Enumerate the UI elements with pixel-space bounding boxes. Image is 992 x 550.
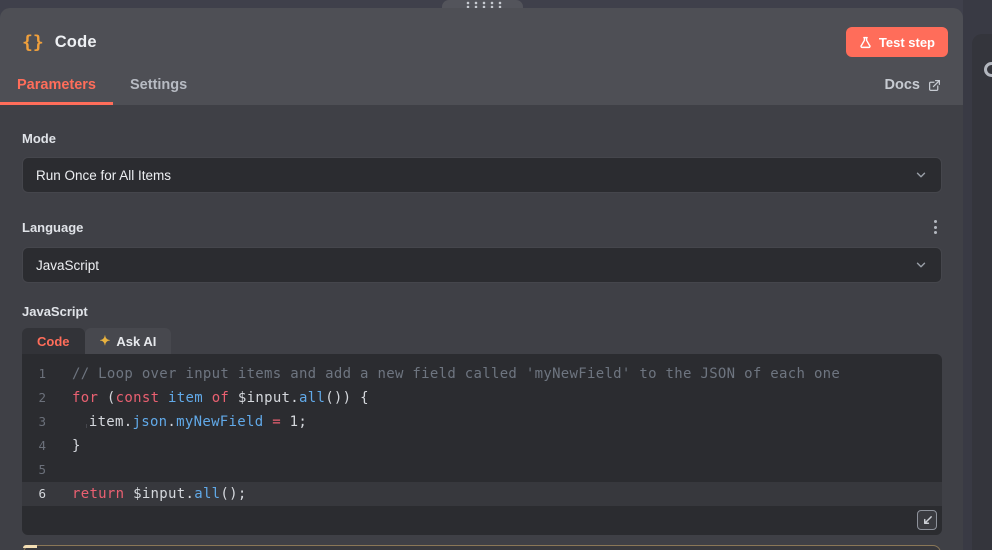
- code-parameter-label: JavaScript: [22, 304, 942, 319]
- test-step-label: Test step: [879, 35, 935, 50]
- flask-icon: [859, 36, 872, 49]
- external-link-icon: [928, 79, 941, 92]
- docs-label: Docs: [885, 77, 920, 93]
- drag-dots-icon: [464, 1, 504, 8]
- connector-circle-icon: [984, 62, 992, 77]
- editor-tabs: Code ✦ Ask AI: [22, 328, 942, 354]
- code-line[interactable]: 4}: [22, 434, 942, 458]
- line-content: return $input.all();: [46, 482, 247, 506]
- mode-select[interactable]: Run Once for All Items: [22, 157, 942, 193]
- expand-icon: [922, 515, 933, 526]
- adjacent-panel-edge: [972, 34, 992, 550]
- expand-editor-button[interactable]: [917, 510, 937, 530]
- line-number: 6: [22, 482, 46, 506]
- code-line[interactable]: 1// Loop over input items and add a new …: [22, 362, 942, 386]
- language-label: Language: [22, 220, 83, 235]
- mode-select-value: Run Once for All Items: [36, 168, 171, 183]
- language-label-row: Language: [22, 218, 942, 236]
- code-line[interactable]: 5: [22, 458, 942, 482]
- tab-parameters[interactable]: Parameters: [0, 77, 113, 105]
- code-braces-icon: {}: [22, 32, 44, 53]
- panel-header: {} Code Test step Parameters Settings Do…: [0, 8, 963, 105]
- test-step-button[interactable]: Test step: [846, 27, 948, 57]
- line-number: 3: [22, 410, 46, 434]
- line-content: }: [46, 434, 81, 458]
- panels-gap: [963, 0, 992, 550]
- ask-ai-label: Ask AI: [116, 334, 156, 349]
- code-line[interactable]: 2for (const item of $input.all()) {: [22, 386, 942, 410]
- line-content: [46, 458, 81, 482]
- docs-link[interactable]: Docs: [885, 77, 941, 105]
- line-number: 5: [22, 458, 46, 482]
- line-content: for (const item of $input.all()) {: [46, 386, 369, 410]
- code-editor[interactable]: 1// Loop over input items and add a new …: [22, 354, 942, 535]
- line-number: 4: [22, 434, 46, 458]
- line-number: 1: [22, 362, 46, 386]
- code-line[interactable]: 3item.json.myNewField = 1;: [22, 410, 942, 434]
- title-row: {} Code Test step: [0, 8, 963, 57]
- next-field-partial: [23, 545, 941, 550]
- line-content: // Loop over input items and add a new f…: [46, 362, 840, 386]
- language-select[interactable]: JavaScript: [22, 247, 942, 283]
- code-lines: 1// Loop over input items and add a new …: [22, 362, 942, 506]
- line-content: item.json.myNewField = 1;: [46, 410, 307, 434]
- chevron-down-icon: [914, 258, 928, 272]
- chevron-down-icon: [914, 168, 928, 182]
- node-title: Code: [55, 33, 97, 52]
- screen: {} Code Test step Parameters Settings Do…: [0, 0, 992, 550]
- editor-tab-code[interactable]: Code: [22, 328, 85, 354]
- line-number: 2: [22, 386, 46, 410]
- code-line[interactable]: 6return $input.all();: [22, 482, 942, 506]
- sparkles-icon: ✦: [100, 333, 111, 349]
- tabs-row: Parameters Settings Docs: [0, 77, 963, 105]
- parameters-body: Mode Run Once for All Items Language Jav…: [0, 105, 963, 550]
- mode-label: Mode: [22, 131, 942, 146]
- language-select-value: JavaScript: [36, 258, 99, 273]
- parameter-options-icon[interactable]: [930, 218, 941, 236]
- editor-tab-ask-ai[interactable]: ✦ Ask AI: [85, 328, 172, 354]
- code-node-panel: {} Code Test step Parameters Settings Do…: [0, 8, 963, 550]
- tab-settings[interactable]: Settings: [113, 77, 204, 105]
